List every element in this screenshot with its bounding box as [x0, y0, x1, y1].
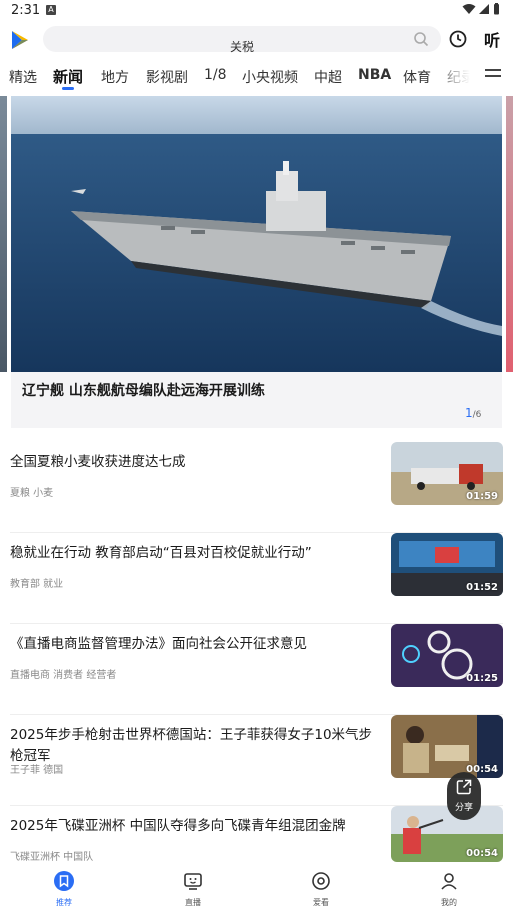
news-title[interactable]: 《直播电商监督管理办法》面向社会公开征求意见	[10, 634, 378, 655]
news-item[interactable]: 《直播电商监督管理办法》面向社会公开征求意见 直播电商 消费者 经营者 01:2…	[10, 624, 503, 715]
nav-mine[interactable]: 我的	[419, 870, 479, 908]
news-thumbnail[interactable]: 01:59	[391, 442, 503, 505]
video-duration: 01:52	[466, 582, 498, 593]
search-bar[interactable]: 关税	[43, 26, 441, 54]
nav-label: 爱看	[313, 898, 329, 907]
nav-label: 我的	[441, 898, 457, 907]
carousel-prev-peek	[0, 96, 7, 372]
notification-icon: A	[46, 5, 56, 15]
nav-label: 直播	[185, 898, 201, 907]
active-tab-indicator	[62, 87, 74, 90]
news-tags: 飞碟亚洲杯 中国队	[10, 852, 94, 863]
news-item[interactable]: 稳就业在行动 教育部启动“百县对百校促就业行动” 教育部 就业 01:52	[10, 533, 503, 624]
signal-icon	[479, 4, 489, 14]
wifi-icon	[462, 4, 476, 14]
top-bar: 关税 听	[0, 26, 513, 54]
bottom-navigation: 推荐 直播 爱看 我的	[0, 864, 513, 912]
app-logo-icon[interactable]	[10, 30, 30, 50]
news-thumbnail[interactable]: 01:25	[391, 624, 503, 687]
news-title[interactable]: 稳就业在行动 教育部启动“百县对百校促就业行动”	[10, 543, 378, 564]
circle-play-icon	[312, 872, 330, 890]
channel-menu-icon[interactable]	[485, 69, 501, 83]
share-icon	[456, 779, 472, 795]
tab-news[interactable]: 新闻	[53, 66, 83, 87]
tab-csl[interactable]: 中超	[314, 67, 342, 87]
search-icon[interactable]	[413, 31, 429, 47]
system-icons	[462, 3, 500, 15]
channel-tabs: 精选 新闻 地方 影视剧 1/8 小央视频 中超 NBA 体育 纪录	[0, 62, 513, 92]
status-bar: 2:31 A	[0, 0, 513, 22]
history-icon[interactable]	[449, 30, 467, 48]
tab-fade	[430, 62, 480, 92]
share-button[interactable]: 分享	[447, 772, 481, 820]
news-item[interactable]: 全国夏粮小麦收获进度达七成 夏粮 小麦 01:59	[10, 442, 503, 533]
hero-title[interactable]: 辽宁舰 山东舰航母编队赴远海开展训练	[22, 380, 265, 400]
pager-current: 1	[465, 406, 473, 420]
tab-sports[interactable]: 体育	[403, 67, 431, 87]
user-icon	[441, 873, 457, 890]
hero-image[interactable]	[11, 96, 502, 372]
video-duration: 01:25	[466, 673, 498, 684]
news-title[interactable]: 2025年步手枪射击世界杯德国站：王子菲获得女子10米气步枪冠军	[10, 725, 378, 767]
news-title[interactable]: 2025年飞碟亚洲杯 中国队夺得多向飞碟青年组混团金牌	[10, 816, 378, 837]
video-duration: 00:54	[466, 848, 498, 859]
carousel-next-peek	[506, 96, 513, 372]
nav-recommend[interactable]: 推荐	[34, 870, 94, 908]
nav-live[interactable]: 直播	[163, 870, 223, 908]
battery-icon	[494, 3, 499, 15]
status-time: 2:31	[11, 3, 41, 18]
news-thumbnail[interactable]: 00:54	[391, 715, 503, 778]
tab-featured[interactable]: 精选	[9, 67, 37, 87]
news-tags: 夏粮 小麦	[10, 488, 54, 499]
tab-short-video[interactable]: 小央视频	[242, 67, 298, 87]
news-title[interactable]: 全国夏粮小麦收获进度达七成	[10, 452, 378, 473]
search-hint: 关税	[229, 40, 254, 54]
nav-watch[interactable]: 爱看	[291, 870, 351, 908]
news-tags: 王子菲 德国	[10, 765, 64, 776]
tab-tv-series[interactable]: 影视剧	[146, 67, 188, 87]
tab-nba[interactable]: NBA	[358, 67, 391, 83]
news-tags: 教育部 就业	[10, 579, 64, 590]
news-item[interactable]: 2025年步手枪射击世界杯德国站：王子菲获得女子10米气步枪冠军 王子菲 德国 …	[10, 715, 503, 806]
hero-carousel[interactable]: 辽宁舰 山东舰航母编队赴远海开展训练 1/6	[0, 96, 513, 431]
video-duration: 01:59	[466, 491, 498, 502]
tv-icon	[184, 873, 202, 890]
pager-total: /6	[472, 410, 482, 420]
carousel-pager: 1/6	[465, 406, 481, 420]
news-tags: 直播电商 消费者 经营者	[10, 670, 117, 681]
tab-local[interactable]: 地方	[101, 67, 129, 87]
news-thumbnail[interactable]: 00:54	[391, 806, 503, 862]
share-label: 分享	[454, 803, 473, 813]
news-thumbnail[interactable]: 01:52	[391, 533, 503, 596]
nav-label: 推荐	[56, 898, 72, 907]
bookmark-icon	[54, 871, 74, 891]
aircraft-carrier-image	[11, 96, 502, 372]
listen-button[interactable]: 听	[484, 27, 500, 51]
tab-1-8[interactable]: 1/8	[204, 67, 227, 83]
